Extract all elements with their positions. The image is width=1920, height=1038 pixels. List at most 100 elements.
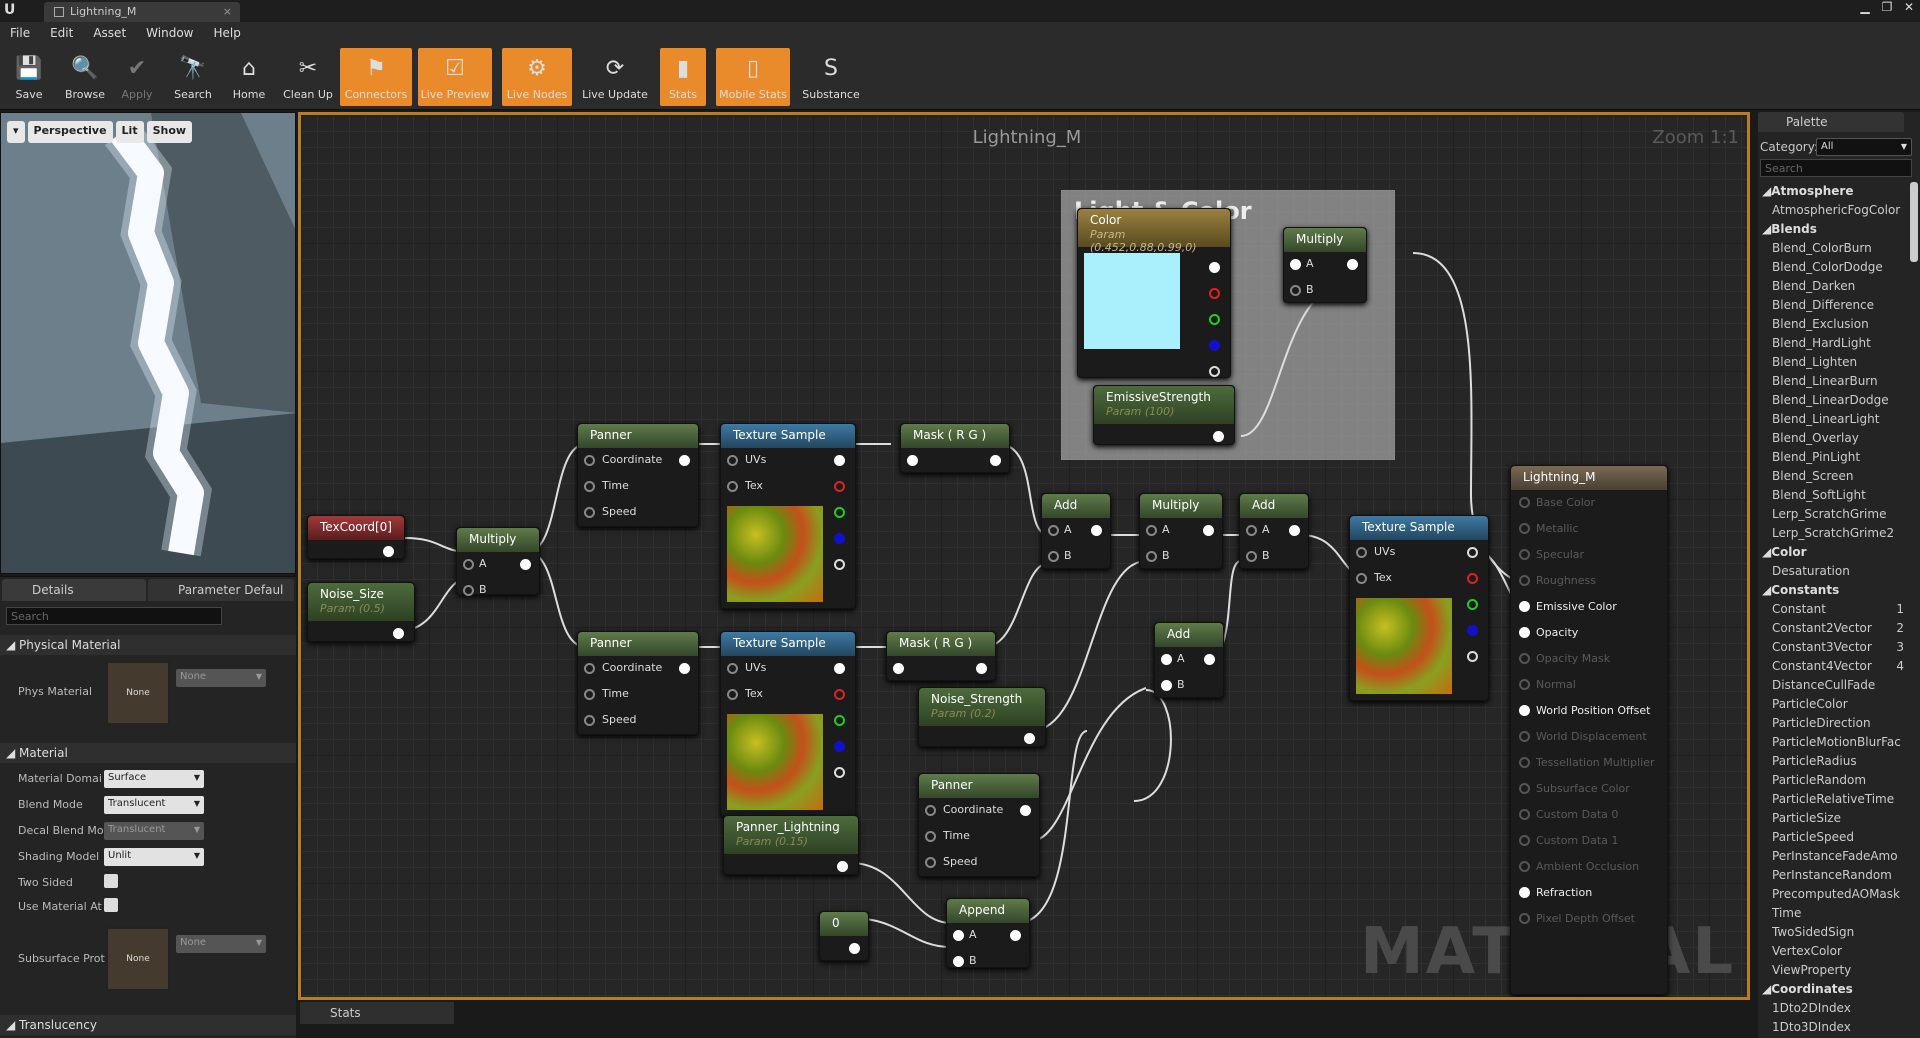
pin-dot[interactable] (1519, 575, 1530, 586)
result-pin-emissive-color[interactable]: Emissive Color (1519, 600, 1617, 620)
subsurface-profile-thumbnail[interactable]: None (106, 927, 170, 991)
save-button[interactable]: 💾 Save (4, 48, 54, 106)
speed-pin[interactable] (584, 715, 595, 726)
output-pin[interactable] (679, 455, 690, 466)
search-button[interactable]: 🔭 Search (168, 48, 218, 106)
input-pin-a[interactable] (1161, 654, 1172, 665)
palette-item[interactable]: Blend_Darken (1758, 277, 1908, 296)
output-pin[interactable] (1204, 654, 1215, 665)
node-mask-1[interactable]: Mask ( R G ) (900, 423, 1010, 473)
palette-item[interactable]: ParticleMotionBlurFac (1758, 733, 1908, 752)
live-preview-button[interactable]: ☑ Live Preview (418, 48, 492, 106)
result-pin-custom-data-0[interactable]: Custom Data 0 (1519, 808, 1618, 828)
material-domain-dropdown[interactable]: Surface (104, 770, 204, 788)
a-output-pin[interactable] (1209, 366, 1220, 377)
uvs-pin[interactable] (1356, 547, 1367, 558)
connectors-button[interactable]: ⚑ Connectors (340, 48, 412, 106)
blend-mode-dropdown[interactable]: Translucent (104, 796, 204, 814)
palette-tab[interactable]: Palette (1758, 112, 1904, 132)
palette-item[interactable]: ParticleColor (1758, 695, 1908, 714)
palette-item[interactable]: ParticleRandom (1758, 771, 1908, 790)
node-add-2[interactable]: Add A B (1239, 493, 1309, 569)
palette-category[interactable]: ◢Blends (1758, 220, 1908, 239)
category-dropdown[interactable]: All (1816, 138, 1912, 156)
output-pin[interactable] (976, 663, 987, 674)
pin-dot[interactable] (1519, 497, 1530, 508)
category-translucency[interactable]: ◢ Translucency (0, 1015, 296, 1035)
output-pin[interactable] (383, 546, 394, 557)
menu-edit[interactable]: Edit (40, 22, 83, 40)
phys-material-thumbnail[interactable]: None (106, 661, 170, 725)
input-pin-b[interactable] (1146, 551, 1157, 562)
rgb-output-pin[interactable] (834, 455, 845, 466)
palette-item[interactable]: Constant4Vector 4 (1758, 657, 1908, 676)
palette-item[interactable]: Blend_HardLight (1758, 334, 1908, 353)
document-tab[interactable]: Lightning_M × (44, 2, 240, 22)
result-pin-ambient-occlusion[interactable]: Ambient Occlusion (1519, 860, 1639, 880)
speed-pin[interactable] (925, 857, 936, 868)
result-pin-normal[interactable]: Normal (1519, 678, 1576, 698)
substance-button[interactable]: S Substance (796, 48, 866, 106)
input-pin-a[interactable] (1048, 525, 1059, 536)
output-pin[interactable] (679, 663, 690, 674)
palette-scrollbar[interactable] (1910, 182, 1918, 262)
shading-model-dropdown[interactable]: Unlit (104, 848, 204, 866)
g-output-pin[interactable] (1209, 314, 1220, 325)
pin-dot[interactable] (1519, 705, 1530, 716)
palette-item[interactable]: ViewProperty (1758, 961, 1908, 980)
coordinate-pin[interactable] (584, 455, 595, 466)
pin-dot[interactable] (1519, 783, 1530, 794)
node-constant-zero[interactable]: 0 (819, 911, 869, 961)
palette-item[interactable]: Blend_LinearDodge (1758, 391, 1908, 410)
palette-item[interactable]: Lerp_ScratchGrime (1758, 505, 1908, 524)
b-output-pin[interactable] (834, 741, 845, 752)
coordinate-pin[interactable] (925, 805, 936, 816)
palette-item[interactable]: DistanceCullFade (1758, 676, 1908, 695)
input-pin-b[interactable] (1161, 680, 1172, 691)
pin-dot[interactable] (1519, 861, 1530, 872)
palette-item[interactable]: 1Dto3DIndex (1758, 1018, 1908, 1037)
result-pin-opacity-mask[interactable]: Opacity Mask (1519, 652, 1610, 672)
browse-button[interactable]: 🔍 Browse (60, 48, 110, 106)
category-physical-material[interactable]: ◢ Physical Material (0, 635, 296, 655)
home-button[interactable]: ⌂ Home (224, 48, 274, 106)
input-pin[interactable] (907, 455, 918, 466)
output-pin[interactable] (1203, 525, 1214, 536)
tex-pin[interactable] (727, 481, 738, 492)
r-output-pin[interactable] (834, 481, 845, 492)
pin-dot[interactable] (1519, 809, 1530, 820)
node-noise-strength[interactable]: Noise_Strength Param (0.2) (918, 687, 1046, 747)
minimize-button[interactable]: ▁ (1854, 0, 1876, 18)
output-pin[interactable] (990, 455, 1001, 466)
result-pin-world-displacement[interactable]: World Displacement (1519, 730, 1647, 750)
input-pin-a[interactable] (1146, 525, 1157, 536)
decal-blend-mode-dropdown[interactable]: Translucent (104, 822, 204, 840)
palette-category[interactable]: ◢Atmosphere (1758, 182, 1908, 201)
output-pin[interactable] (849, 943, 860, 954)
palette-item[interactable]: Lerp_ScratchGrime2 (1758, 524, 1908, 543)
mobile-stats-button[interactable]: ▯ Mobile Stats (716, 48, 790, 106)
use-material-attributes-checkbox[interactable] (104, 898, 118, 912)
a-output-pin[interactable] (834, 559, 845, 570)
color-swatch[interactable] (1084, 253, 1180, 349)
palette-item[interactable]: Blend_PinLight (1758, 448, 1908, 467)
output-pin[interactable] (520, 559, 531, 570)
palette-item[interactable]: Time (1758, 904, 1908, 923)
node-panner-lightning[interactable]: Panner_Lightning Param (0.15) (723, 815, 859, 875)
perspective-button[interactable]: Perspective (27, 121, 113, 143)
pin-dot[interactable] (1519, 887, 1530, 898)
time-pin[interactable] (584, 689, 595, 700)
palette-item[interactable]: PerInstanceRandom (1758, 866, 1908, 885)
palette-item[interactable]: Blend_Difference (1758, 296, 1908, 315)
tab-parameter-defaults[interactable]: Parameter Defaul (148, 579, 294, 601)
palette-item[interactable]: Blend_Overlay (1758, 429, 1908, 448)
pin-dot[interactable] (1519, 601, 1530, 612)
output-pin[interactable] (837, 861, 848, 872)
b-output-pin[interactable] (834, 533, 845, 544)
category-material[interactable]: ◢ Material (0, 743, 296, 763)
b-output-pin[interactable] (1467, 625, 1478, 636)
palette-category[interactable]: ◢Color (1758, 543, 1908, 562)
result-pin-base-color[interactable]: Base Color (1519, 496, 1595, 516)
clean-up-button[interactable]: ✂ Clean Up (278, 48, 338, 106)
rgb-output-pin[interactable] (834, 663, 845, 674)
